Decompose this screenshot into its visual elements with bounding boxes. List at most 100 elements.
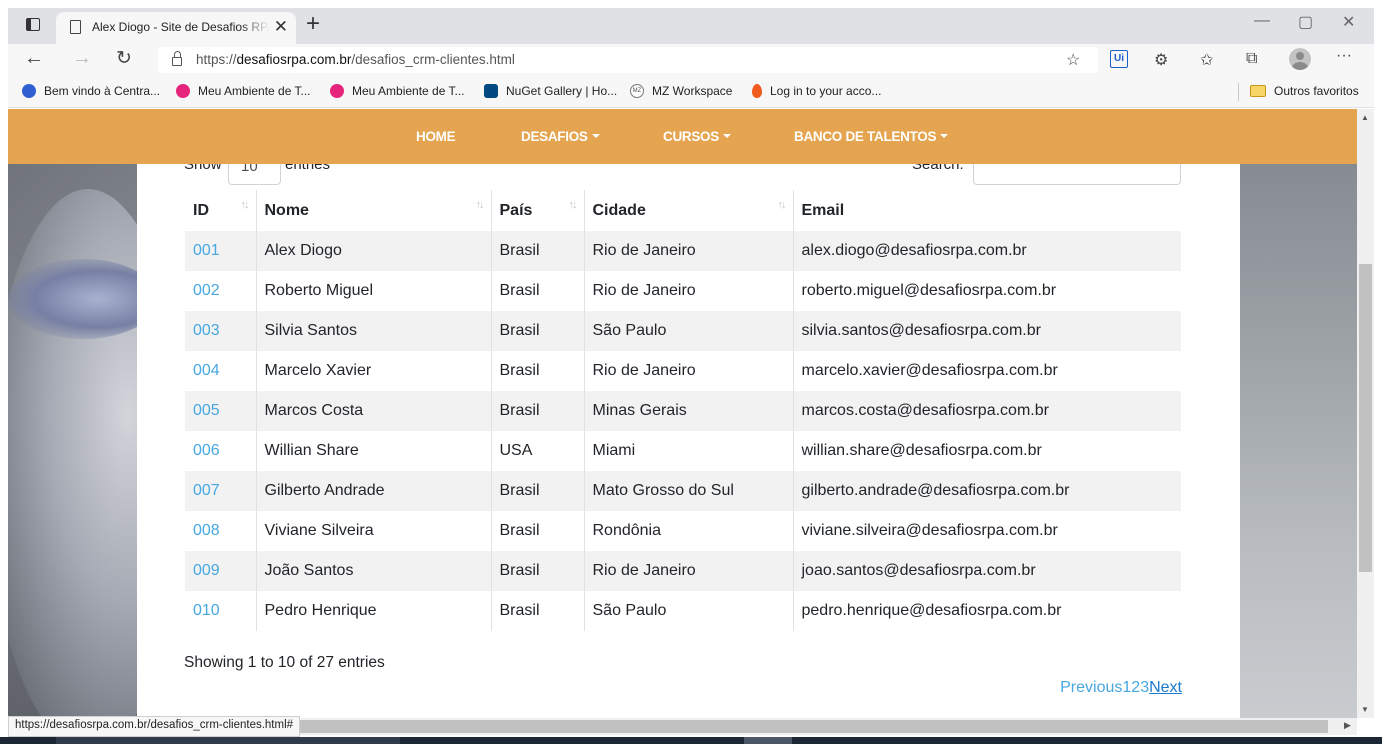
cell-email: joao.santos@desafiosrpa.com.br — [792, 551, 1181, 591]
table-row: 001 Alex Diogo Brasil Rio de Janeiro alex.di… — [185, 231, 1181, 271]
add-favorite-icon[interactable]: ☆ — [1066, 50, 1080, 70]
tab-actions-icon[interactable] — [26, 18, 40, 31]
favorite-item[interactable]: Meu Ambiente de T... — [330, 84, 465, 98]
nuget-icon — [484, 84, 498, 98]
favorite-item[interactable]: MZ MZ Workspace — [630, 84, 732, 98]
client-id-link[interactable]: 001 — [185, 231, 256, 271]
new-tab-icon[interactable]: + — [306, 10, 320, 38]
client-id-link[interactable]: 006 — [185, 431, 256, 471]
cell-pais: Brasil — [490, 311, 584, 351]
pagination-page-1[interactable]: 1 — [1122, 679, 1131, 696]
url-field[interactable]: https://desafiosrpa.com.br/desafios_crm-… — [158, 47, 1098, 73]
mz-icon: MZ — [630, 84, 644, 98]
favorites-icon[interactable]: ✩ — [1200, 50, 1213, 70]
sort-icon: ↑↓ — [568, 199, 578, 211]
nav-desafios[interactable]: DESAFIOS — [521, 129, 600, 144]
restore-icon[interactable]: ▢ — [1298, 12, 1313, 32]
minimize-icon[interactable]: — — [1254, 12, 1270, 30]
table-info: Showing 1 to 10 of 27 entries — [184, 654, 385, 671]
cell-email: roberto.miguel@desafiosrpa.com.br — [792, 271, 1181, 311]
cell-cidade: Rio de Janeiro — [583, 351, 793, 391]
client-id-link[interactable]: 010 — [185, 591, 256, 631]
cell-cidade: Miami — [583, 431, 793, 471]
browser-tab[interactable]: Alex Diogo - Site de Desafios RPA ✕ — [56, 12, 296, 44]
client-id-link[interactable]: 003 — [185, 311, 256, 351]
cell-email: marcelo.xavier@desafiosrpa.com.br — [792, 351, 1181, 391]
client-id-link[interactable]: 009 — [185, 551, 256, 591]
collections-icon[interactable]: ⧉ — [1246, 50, 1257, 68]
column-header-nome[interactable]: Nome ↑↓ — [255, 190, 491, 231]
cell-nome: Alex Diogo — [255, 231, 491, 271]
client-id-link[interactable]: 002 — [185, 271, 256, 311]
cell-email: gilberto.andrade@desafiosrpa.com.br — [792, 471, 1181, 511]
cell-pais: Brasil — [490, 271, 584, 311]
cell-email: alex.diogo@desafiosrpa.com.br — [792, 231, 1181, 271]
cell-pais: Brasil — [490, 591, 584, 631]
column-header-id[interactable]: ID ↑↓ — [185, 190, 256, 231]
browser-titlebar: Alex Diogo - Site de Desafios RPA ✕ + — … — [8, 8, 1374, 44]
scroll-down-icon[interactable]: ▼ — [1361, 705, 1369, 714]
client-id-link[interactable]: 007 — [185, 471, 256, 511]
favorite-item[interactable]: Bem vindo à Centra... — [22, 84, 160, 98]
cell-nome: Pedro Henrique — [255, 591, 491, 631]
client-id-link[interactable]: 008 — [185, 511, 256, 551]
pagination-page-3[interactable]: 3 — [1140, 679, 1149, 696]
flame-icon — [752, 84, 762, 98]
column-header-pais[interactable]: País ↑↓ — [490, 190, 584, 231]
pagination-next[interactable]: Next — [1149, 679, 1182, 696]
horizontal-scroll-thumb[interactable] — [298, 720, 1328, 733]
pagination: Previous123Next — [1060, 679, 1182, 697]
other-favorites[interactable]: Outros favoritos — [1250, 84, 1359, 98]
nav-banco-de-talentos[interactable]: BANCO DE TALENTOS — [794, 129, 949, 144]
favorites-bar: Bem vindo à Centra... Meu Ambiente de T.… — [8, 76, 1374, 108]
cell-pais: Brasil — [490, 391, 584, 431]
page-icon — [70, 20, 81, 34]
table-header-row: ID ↑↓ Nome ↑↓ País ↑↓ Cidade ↑↓ Email — [185, 190, 1181, 231]
cell-cidade: Rio de Janeiro — [583, 231, 793, 271]
url-text: https://desafiosrpa.com.br/desafios_crm-… — [196, 52, 515, 67]
client-id-link[interactable]: 004 — [185, 351, 256, 391]
pagination-page-2[interactable]: 2 — [1131, 679, 1140, 696]
sort-icon: ↑↓ — [240, 199, 250, 211]
cell-pais: Brasil — [490, 231, 584, 271]
table-row: 003 Silvia Santos Brasil São Paulo silvia.sa… — [185, 311, 1181, 351]
cell-nome: Marcelo Xavier — [255, 351, 491, 391]
nav-home[interactable]: HOME — [416, 129, 456, 144]
extensions-icon[interactable]: ⚙ — [1154, 50, 1168, 70]
refresh-icon[interactable]: ↻ — [116, 47, 132, 70]
forward-icon[interactable]: → — [72, 47, 92, 70]
sort-icon: ↑↓ — [777, 199, 787, 211]
pagination-previous[interactable]: Previous — [1060, 679, 1122, 696]
table-row: 007 Gilberto Andrade Brasil Mato Grosso do … — [185, 471, 1181, 511]
lock-icon[interactable] — [172, 51, 182, 66]
favorite-item[interactable]: Meu Ambiente de T... — [176, 84, 311, 98]
favorite-item[interactable]: Log in to your acco... — [752, 84, 881, 98]
cell-nome: Roberto Miguel — [255, 271, 491, 311]
automation-icon — [176, 84, 190, 98]
more-menu-icon[interactable]: ··· — [1336, 47, 1352, 65]
client-id-link[interactable]: 005 — [185, 391, 256, 431]
back-icon[interactable]: ← — [24, 47, 44, 70]
automation-icon — [330, 84, 344, 98]
cell-pais: USA — [490, 431, 584, 471]
vertical-scroll-thumb[interactable] — [1359, 264, 1372, 572]
cell-cidade: Minas Gerais — [583, 391, 793, 431]
favorite-item[interactable]: NuGet Gallery | Ho... — [484, 84, 617, 98]
cell-nome: Marcos Costa — [255, 391, 491, 431]
cell-pais: Brasil — [490, 511, 584, 551]
cell-cidade: Rondônia — [583, 511, 793, 551]
vertical-scrollbar[interactable]: ▲ ▼ — [1357, 109, 1374, 718]
uipath-extension-icon[interactable]: Ui — [1110, 50, 1128, 68]
globe-icon — [22, 84, 36, 98]
table-row: 008 Viviane Silveira Brasil Rondônia viviane… — [185, 511, 1181, 551]
scroll-up-icon[interactable]: ▲ — [1361, 113, 1369, 122]
column-header-email[interactable]: Email — [792, 190, 1181, 231]
column-header-cidade[interactable]: Cidade ↑↓ — [583, 190, 793, 231]
address-bar-row: ← → ↻ https://desafiosrpa.com.br/desafio… — [8, 44, 1374, 76]
scroll-right-icon[interactable]: ▶ — [1344, 720, 1351, 731]
close-tab-icon[interactable]: ✕ — [274, 17, 288, 37]
nav-cursos[interactable]: CURSOS — [663, 129, 731, 144]
profile-avatar[interactable] — [1289, 48, 1311, 70]
close-window-icon[interactable]: ✕ — [1342, 12, 1355, 32]
table-row: 006 Willian Share USA Miami willian.share@de… — [185, 431, 1181, 471]
